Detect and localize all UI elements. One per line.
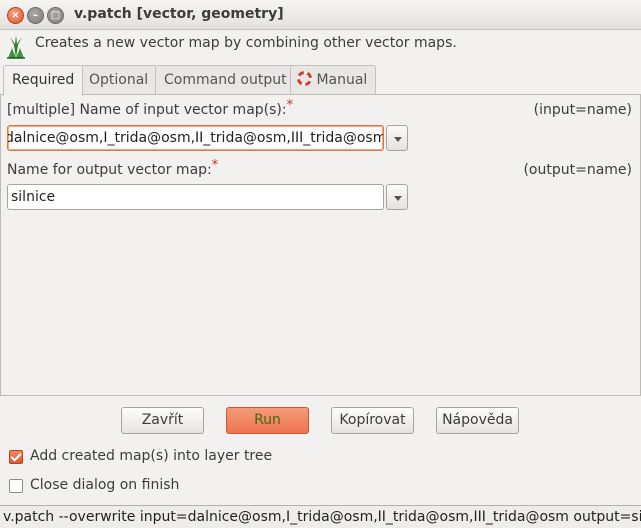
tab-optional-label: Optional — [89, 72, 149, 88]
title-bar: × – □ v.patch [vector, geometry] — [0, 0, 641, 30]
command-line-preview: v.patch --overwrite input=dalnice@osm,I_… — [0, 505, 641, 528]
close-icon[interactable]: × — [7, 7, 24, 24]
close-button[interactable]: Zavřít — [121, 407, 204, 434]
tab-required[interactable]: Required — [3, 65, 84, 96]
output-label: Name for output vector map:* — [7, 158, 219, 178]
command-line-text: v.patch --overwrite input=dalnice@osm,I_… — [3, 509, 641, 525]
add-to-layer-tree-checkbox[interactable] — [9, 450, 23, 464]
add-to-layer-tree-label[interactable]: Add created map(s) into layer tree — [30, 448, 272, 464]
output-map-field[interactable]: silnice — [7, 184, 384, 210]
close-on-finish-checkbox[interactable] — [9, 479, 23, 493]
output-param-name: (output=name) — [523, 162, 632, 178]
tab-manual-label: Manual — [316, 72, 368, 88]
module-description: Creates a new vector map by combining ot… — [35, 35, 457, 51]
required-marker: * — [211, 158, 219, 173]
minimize-icon[interactable]: – — [27, 7, 44, 24]
help-button[interactable]: Nápověda — [436, 407, 519, 434]
grass-logo-icon — [7, 35, 25, 59]
window-title: v.patch [vector, geometry] — [74, 6, 284, 22]
run-button[interactable]: Run — [226, 407, 309, 434]
required-panel: [multiple] Name of input vector map(s):*… — [0, 94, 641, 396]
input-maps-dropdown-button[interactable] — [386, 125, 408, 151]
tab-command-output-label: Command output — [164, 72, 287, 88]
input-maps-value: dalnice@osm,I_trida@osm,II_trida@osm,III… — [7, 130, 384, 146]
input-label: [multiple] Name of input vector map(s):* — [7, 98, 294, 118]
module-description-row: Creates a new vector map by combining ot… — [4, 33, 634, 59]
output-map-dropdown-button[interactable] — [386, 184, 408, 210]
tab-optional[interactable]: Optional — [80, 65, 158, 95]
tab-manual[interactable]: Manual — [290, 65, 377, 95]
input-maps-field[interactable]: dalnice@osm,I_trida@osm,II_trida@osm,III… — [7, 125, 384, 151]
close-on-finish-label[interactable]: Close dialog on finish — [30, 477, 179, 493]
output-map-value: silnice — [11, 189, 56, 205]
input-param-name: (input=name) — [533, 102, 632, 118]
tab-command-output[interactable]: Command output — [155, 65, 296, 95]
copy-button[interactable]: Kopírovat — [331, 407, 414, 434]
tab-required-label: Required — [12, 72, 75, 88]
lifebuoy-icon — [297, 71, 312, 86]
maximize-icon[interactable]: □ — [47, 7, 64, 24]
required-marker: * — [286, 98, 294, 113]
